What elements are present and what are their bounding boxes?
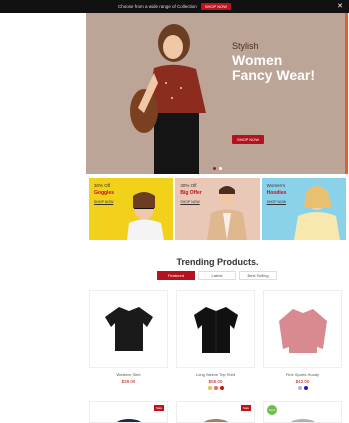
product-name[interactable]: Western Shirt bbox=[89, 372, 168, 377]
product-price: $42.00 bbox=[295, 379, 310, 384]
banner-hoodies-line2: Hoodies bbox=[266, 190, 287, 196]
product-price: $59.00 bbox=[208, 379, 223, 384]
hero-shop-button[interactable]: SHOP NOW bbox=[232, 135, 265, 144]
banner-goggles[interactable]: 30% Off Goggles SHOP NOW bbox=[89, 178, 174, 240]
product-card[interactable]: Sale bbox=[89, 401, 168, 423]
banner-big-offer-link[interactable]: SHOP NOW bbox=[180, 200, 199, 204]
banner-big-offer-line1: 30% Off bbox=[180, 183, 197, 188]
banner-goggles-line2: Goggles bbox=[94, 190, 115, 196]
hero-model-image bbox=[86, 13, 246, 174]
color-swatches bbox=[263, 386, 342, 390]
banner-hoodies-line1: Women's bbox=[266, 183, 286, 188]
product-price: $39.00 bbox=[121, 379, 136, 384]
product-card[interactable]: Fine Sports Hoody $42.00 bbox=[263, 290, 342, 390]
product-card[interactable]: Western Shirt $39.00 bbox=[89, 290, 168, 390]
swatch[interactable] bbox=[303, 386, 308, 390]
announcement-shop-button[interactable]: SHOP NOW bbox=[200, 3, 231, 10]
product-tabs: Featured Latest Best Selling bbox=[157, 271, 277, 280]
hero-title: Women Fancy Wear! bbox=[232, 52, 315, 83]
product-image[interactable] bbox=[89, 290, 168, 368]
hoody-image bbox=[278, 309, 327, 353]
tab-latest[interactable]: Latest bbox=[198, 271, 236, 280]
product-grid: Western Shirt $39.00 Long Sleeve Top Shi… bbox=[89, 290, 343, 390]
product-card[interactable]: Long Sleeve Top Shirt $59.00 bbox=[176, 290, 255, 390]
product-image[interactable]: New bbox=[263, 401, 342, 423]
announcement-bar: Choose from a wide range of Collection S… bbox=[0, 0, 349, 13]
sale-badge: Sale bbox=[240, 405, 251, 411]
product-grid-row-2: Sale Sale New bbox=[89, 401, 343, 423]
product-image[interactable]: Sale bbox=[176, 401, 255, 423]
close-icon[interactable]: ✕ bbox=[337, 2, 343, 10]
banner-hoodies-link[interactable]: SHOP NOW bbox=[267, 200, 286, 204]
shirt-image bbox=[193, 307, 238, 353]
product-card[interactable]: Sale bbox=[176, 401, 255, 423]
banner-big-offer-line2: Big Offer bbox=[180, 190, 202, 196]
banner-hoodies[interactable]: Women's Hoodies SHOP NOW bbox=[261, 178, 346, 240]
sale-badge: Sale bbox=[153, 405, 164, 411]
product-image[interactable] bbox=[176, 290, 255, 368]
banner-goggles-line1: 30% Off bbox=[94, 183, 111, 188]
banner-goggles-link[interactable]: SHOP NOW bbox=[94, 200, 113, 204]
shirt-image bbox=[104, 307, 153, 351]
color-swatches bbox=[176, 386, 255, 390]
trending-title: Trending Products. bbox=[176, 257, 259, 267]
product-image[interactable]: Sale bbox=[89, 401, 168, 423]
product-image[interactable] bbox=[263, 290, 342, 368]
announcement-text: Choose from a wide range of Collection bbox=[118, 4, 197, 9]
swatch[interactable] bbox=[207, 386, 212, 390]
slider-dot-1[interactable] bbox=[213, 167, 216, 170]
tab-best-selling[interactable]: Best Selling bbox=[239, 271, 277, 280]
swatch[interactable] bbox=[213, 386, 218, 390]
tab-featured[interactable]: Featured bbox=[157, 271, 195, 280]
promo-banners: 30% Off Goggles SHOP NOW 30% Off Big Off… bbox=[89, 178, 346, 240]
hero-subtitle: Stylish bbox=[232, 41, 259, 51]
swatch[interactable] bbox=[219, 386, 224, 390]
product-card[interactable]: New bbox=[263, 401, 342, 423]
hero-slider: Stylish Women Fancy Wear! SHOP NOW bbox=[86, 13, 348, 174]
product-name[interactable]: Long Sleeve Top Shirt bbox=[176, 372, 255, 377]
new-badge: New bbox=[267, 405, 277, 415]
product-name[interactable]: Fine Sports Hoody bbox=[263, 372, 342, 377]
slider-dot-2[interactable] bbox=[219, 167, 222, 170]
banner-big-offer[interactable]: 30% Off Big Offer SHOP NOW bbox=[175, 178, 260, 240]
swatch[interactable] bbox=[297, 386, 302, 390]
hero-accent-bar bbox=[345, 13, 348, 174]
